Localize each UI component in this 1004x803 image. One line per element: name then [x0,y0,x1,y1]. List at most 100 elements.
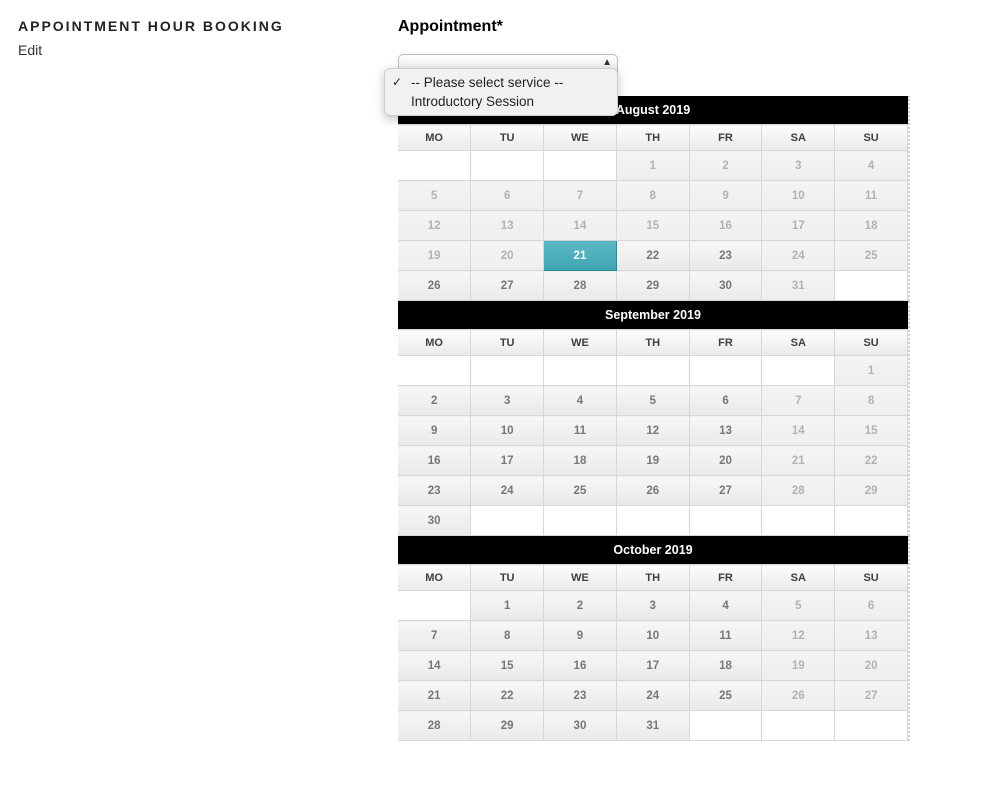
calendar-day[interactable]: 26 [616,476,689,506]
weekday-header: SA [762,565,835,591]
calendar-day: 27 [835,681,908,711]
calendar-month: September 2019MOTUWETHFRSASU123456789101… [398,301,910,536]
calendar-day[interactable]: 6 [689,386,762,416]
calendar-day[interactable]: 8 [471,621,544,651]
calendar-empty-cell [544,151,617,181]
calendar-empty-cell [762,356,835,386]
calendar-day: 1 [616,151,689,181]
calendar-day[interactable]: 20 [689,446,762,476]
calendar-day[interactable]: 10 [471,416,544,446]
edit-link[interactable]: Edit [18,42,398,58]
calendar-day: 20 [471,241,544,271]
calendar-day[interactable]: 9 [398,416,471,446]
calendar-day[interactable]: 27 [689,476,762,506]
calendar-day: 28 [762,476,835,506]
calendar-day[interactable]: 3 [471,386,544,416]
calendar-empty-cell [835,711,908,741]
calendar-day[interactable]: 18 [689,651,762,681]
dropdown-option[interactable]: Introductory Session [385,92,617,111]
calendar-day: 24 [762,241,835,271]
calendar-day[interactable]: 24 [616,681,689,711]
calendar-day[interactable]: 30 [398,506,471,536]
calendar-day: 8 [616,181,689,211]
calendar-day[interactable]: 9 [544,621,617,651]
calendar-day[interactable]: 2 [398,386,471,416]
calendar-day[interactable]: 27 [471,271,544,301]
calendar-month: ◄August 2019MOTUWETHFRSASU12345678910111… [398,96,910,301]
calendar-day[interactable]: 7 [398,621,471,651]
calendar-day[interactable]: 30 [689,271,762,301]
calendar-day[interactable]: 13 [689,416,762,446]
calendar-day: 5 [398,181,471,211]
calendar-day[interactable]: 23 [398,476,471,506]
weekday-header: TH [616,330,689,356]
calendar-day[interactable]: 4 [689,591,762,621]
calendar-day: 26 [762,681,835,711]
calendar-day[interactable]: 17 [616,651,689,681]
weekday-header: TH [616,125,689,151]
calendar-day: 8 [835,386,908,416]
calendar-day: 2 [689,151,762,181]
calendar-day[interactable]: 26 [398,271,471,301]
calendar-day[interactable]: 16 [544,651,617,681]
calendar-day[interactable]: 21 [398,681,471,711]
calendar-day: 17 [762,211,835,241]
calendar-day[interactable]: 24 [471,476,544,506]
calendar-month-title: August 2019 [616,103,690,117]
weekday-header: TU [471,565,544,591]
calendar-day[interactable]: 14 [398,651,471,681]
weekday-header: WE [544,125,617,151]
weekday-header: SU [835,125,908,151]
calendar-empty-cell [398,151,471,181]
weekday-header: TU [471,125,544,151]
calendar-day[interactable]: 2 [544,591,617,621]
calendar-header: October 2019 [398,536,908,564]
calendar-empty-cell [762,506,835,536]
calendar-day[interactable]: 17 [471,446,544,476]
calendar-day[interactable]: 31 [616,711,689,741]
calendar-day: 1 [835,356,908,386]
section-title: APPOINTMENT HOUR BOOKING [18,18,398,34]
calendar-day[interactable]: 25 [544,476,617,506]
calendar-day: 16 [689,211,762,241]
calendar-day[interactable]: 22 [471,681,544,711]
calendar-day[interactable]: 29 [471,711,544,741]
calendar-day[interactable]: 1 [471,591,544,621]
calendar-day[interactable]: 12 [616,416,689,446]
calendar-day[interactable]: 5 [616,386,689,416]
calendar-day[interactable]: 23 [544,681,617,711]
calendar-day[interactable]: 3 [616,591,689,621]
calendar-day: 21 [762,446,835,476]
calendar-day[interactable]: 16 [398,446,471,476]
weekday-header: TU [471,330,544,356]
calendar-day[interactable]: 4 [544,386,617,416]
calendar-day[interactable]: 30 [544,711,617,741]
calendar-day[interactable]: 11 [544,416,617,446]
weekday-header: FR [689,330,762,356]
calendar-day: 13 [471,211,544,241]
calendar-day[interactable]: 28 [544,271,617,301]
calendar-day[interactable]: 25 [689,681,762,711]
calendar-day[interactable]: 21 [544,241,617,271]
calendar-day: 14 [544,211,617,241]
weekday-header: TH [616,565,689,591]
weekday-header: MO [398,565,471,591]
calendar-day: 6 [835,591,908,621]
calendar-day[interactable]: 23 [689,241,762,271]
calendar-day: 7 [762,386,835,416]
calendar-day[interactable]: 29 [616,271,689,301]
calendar-day[interactable]: 11 [689,621,762,651]
weekday-header: MO [398,125,471,151]
calendar-day[interactable]: 18 [544,446,617,476]
calendar-day[interactable]: 10 [616,621,689,651]
service-select[interactable]: ▲▼ ✓-- Please select service --Introduct… [398,54,618,82]
weekday-header: FR [689,565,762,591]
weekday-header: FR [689,125,762,151]
calendar-day: 7 [544,181,617,211]
calendar-day[interactable]: 15 [471,651,544,681]
calendar-day[interactable]: 22 [616,241,689,271]
calendar-header: September 2019 [398,301,908,329]
calendar-day[interactable]: 19 [616,446,689,476]
dropdown-option[interactable]: ✓-- Please select service -- [385,73,617,92]
calendar-day[interactable]: 28 [398,711,471,741]
